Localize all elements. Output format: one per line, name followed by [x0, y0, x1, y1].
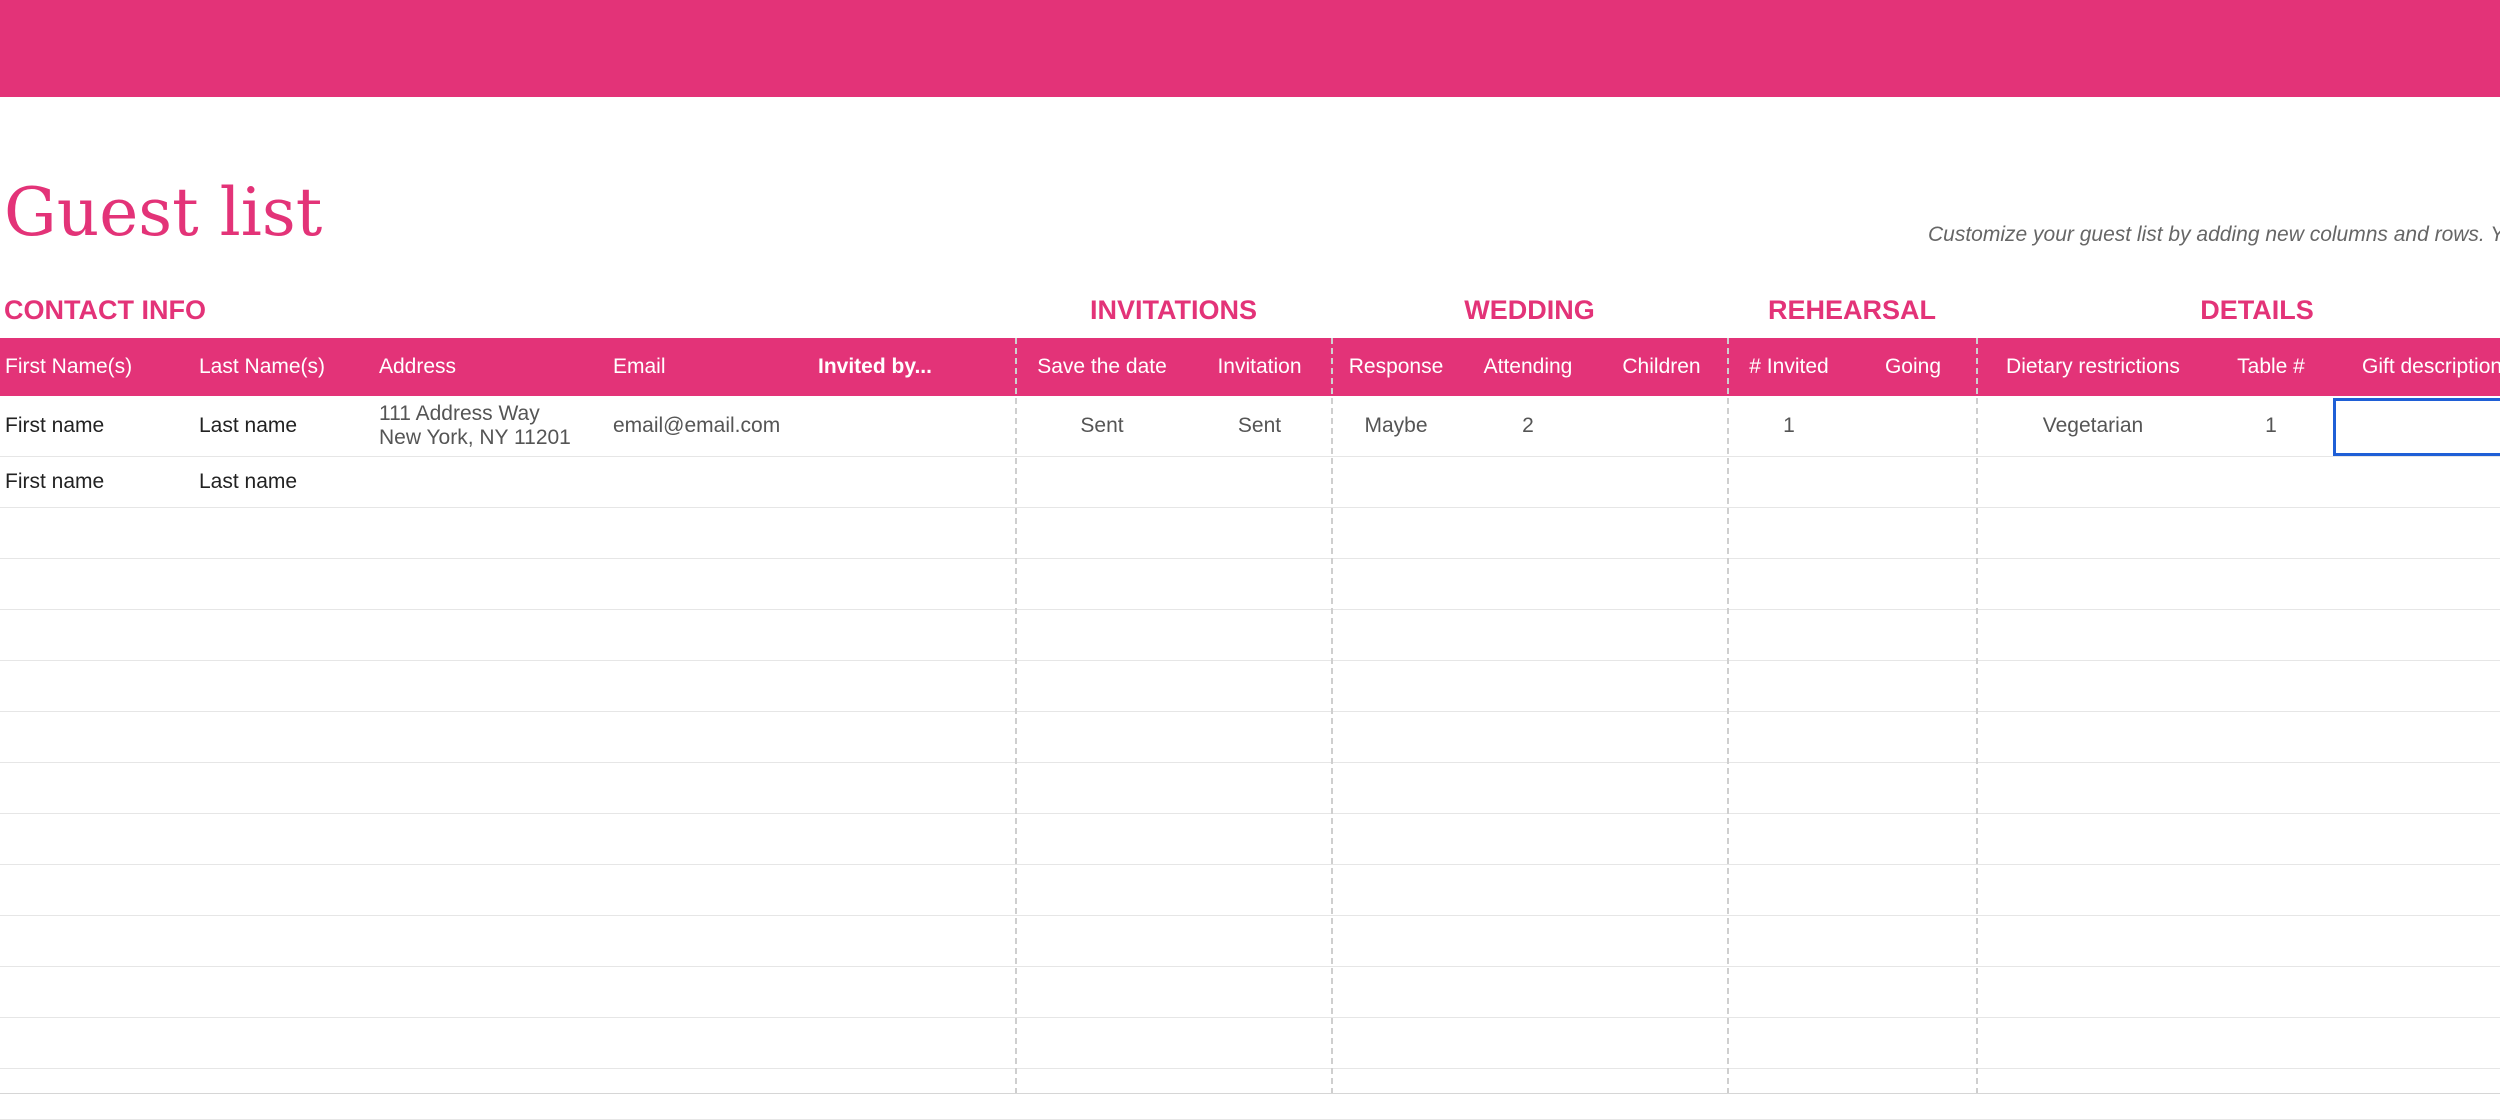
cell-invitation[interactable]: Sent — [1188, 396, 1331, 456]
cell-invited-by[interactable] — [813, 396, 1015, 456]
table-row[interactable] — [0, 1018, 2500, 1069]
cell-going[interactable] — [1850, 396, 1976, 456]
instructions-note: Customize your guest list by adding new … — [1928, 223, 2500, 246]
column-header-going[interactable]: Going — [1850, 338, 1976, 396]
column-header-table[interactable]: Table # — [2209, 338, 2333, 396]
column-header-first-name[interactable]: First Name(s) — [0, 338, 194, 396]
table-row: First name Last name — [0, 457, 2500, 508]
column-header-invited-by[interactable]: Invited by... — [813, 338, 1015, 396]
table-row[interactable] — [0, 661, 2500, 712]
column-header-attending[interactable]: Attending — [1460, 338, 1596, 396]
table-row[interactable] — [0, 508, 2500, 559]
cell-save-the-date[interactable]: Sent — [1016, 396, 1188, 456]
cell-dietary[interactable]: Vegetarian — [1977, 396, 2209, 456]
address-line-1: 111 Address Way — [379, 402, 540, 425]
cell-table[interactable]: 1 — [2209, 396, 2333, 456]
cell-last-name[interactable]: Last name — [194, 457, 374, 507]
selected-cell-outline — [2333, 398, 2500, 456]
address-line-2: New York, NY 11201 — [379, 426, 571, 449]
column-header-last-name[interactable]: Last Name(s) — [194, 338, 374, 396]
cell-response[interactable]: Maybe — [1332, 396, 1460, 456]
top-banner — [0, 0, 2500, 97]
page-title: Guest list — [4, 174, 323, 251]
column-header-row: First Name(s) Last Name(s) Address Email… — [0, 338, 2500, 396]
cell-last-name[interactable]: Last name — [194, 396, 374, 456]
section-invitations: INVITATIONS — [1090, 295, 1257, 325]
section-contact-info: CONTACT INFO — [4, 295, 206, 325]
column-header-dietary[interactable]: Dietary restrictions — [1977, 338, 2209, 396]
section-wedding: WEDDING — [1464, 295, 1595, 325]
section-headers: CONTACT INFO INVITATIONS WEDDING REHEARS… — [0, 290, 2500, 330]
guest-table: First Name(s) Last Name(s) Address Email… — [0, 338, 2500, 1120]
table-row[interactable] — [0, 865, 2500, 916]
section-divider — [1015, 338, 1017, 1094]
cell-invited-count[interactable]: 1 — [1728, 396, 1850, 456]
cell-email[interactable]: email@email.com — [608, 396, 813, 456]
section-divider — [1331, 338, 1333, 1094]
table-row[interactable] — [0, 1069, 2500, 1120]
table-row[interactable] — [0, 814, 2500, 865]
table-row[interactable] — [0, 763, 2500, 814]
cell-first-name[interactable]: First name — [0, 457, 194, 507]
column-header-response[interactable]: Response — [1332, 338, 1460, 396]
section-details: DETAILS — [2200, 295, 2314, 325]
column-header-save-the-date[interactable]: Save the date — [1016, 338, 1188, 396]
table-row[interactable] — [0, 712, 2500, 763]
table-row[interactable] — [0, 559, 2500, 610]
table-row[interactable] — [0, 916, 2500, 967]
section-divider — [1976, 338, 1978, 1094]
section-divider — [1727, 338, 1729, 1094]
section-rehearsal: REHEARSAL — [1767, 295, 1936, 325]
cell-children[interactable] — [1596, 396, 1727, 456]
cell-first-name[interactable]: First name — [0, 396, 194, 456]
cell-address[interactable]: 111 Address Way New York, NY 11201 — [374, 396, 608, 456]
column-header-address[interactable]: Address — [374, 338, 608, 396]
column-header-gift[interactable]: Gift description — [2333, 338, 2500, 396]
column-header-invitation[interactable]: Invitation — [1188, 338, 1331, 396]
column-header-children[interactable]: Children — [1596, 338, 1727, 396]
column-header-email[interactable]: Email — [608, 338, 813, 396]
cell-attending[interactable]: 2 — [1460, 396, 1596, 456]
table-row[interactable] — [0, 967, 2500, 1018]
table-row: First name Last name 111 Address Way New… — [0, 396, 2500, 457]
column-header-invited-count[interactable]: # Invited — [1728, 338, 1850, 396]
table-row[interactable] — [0, 610, 2500, 661]
